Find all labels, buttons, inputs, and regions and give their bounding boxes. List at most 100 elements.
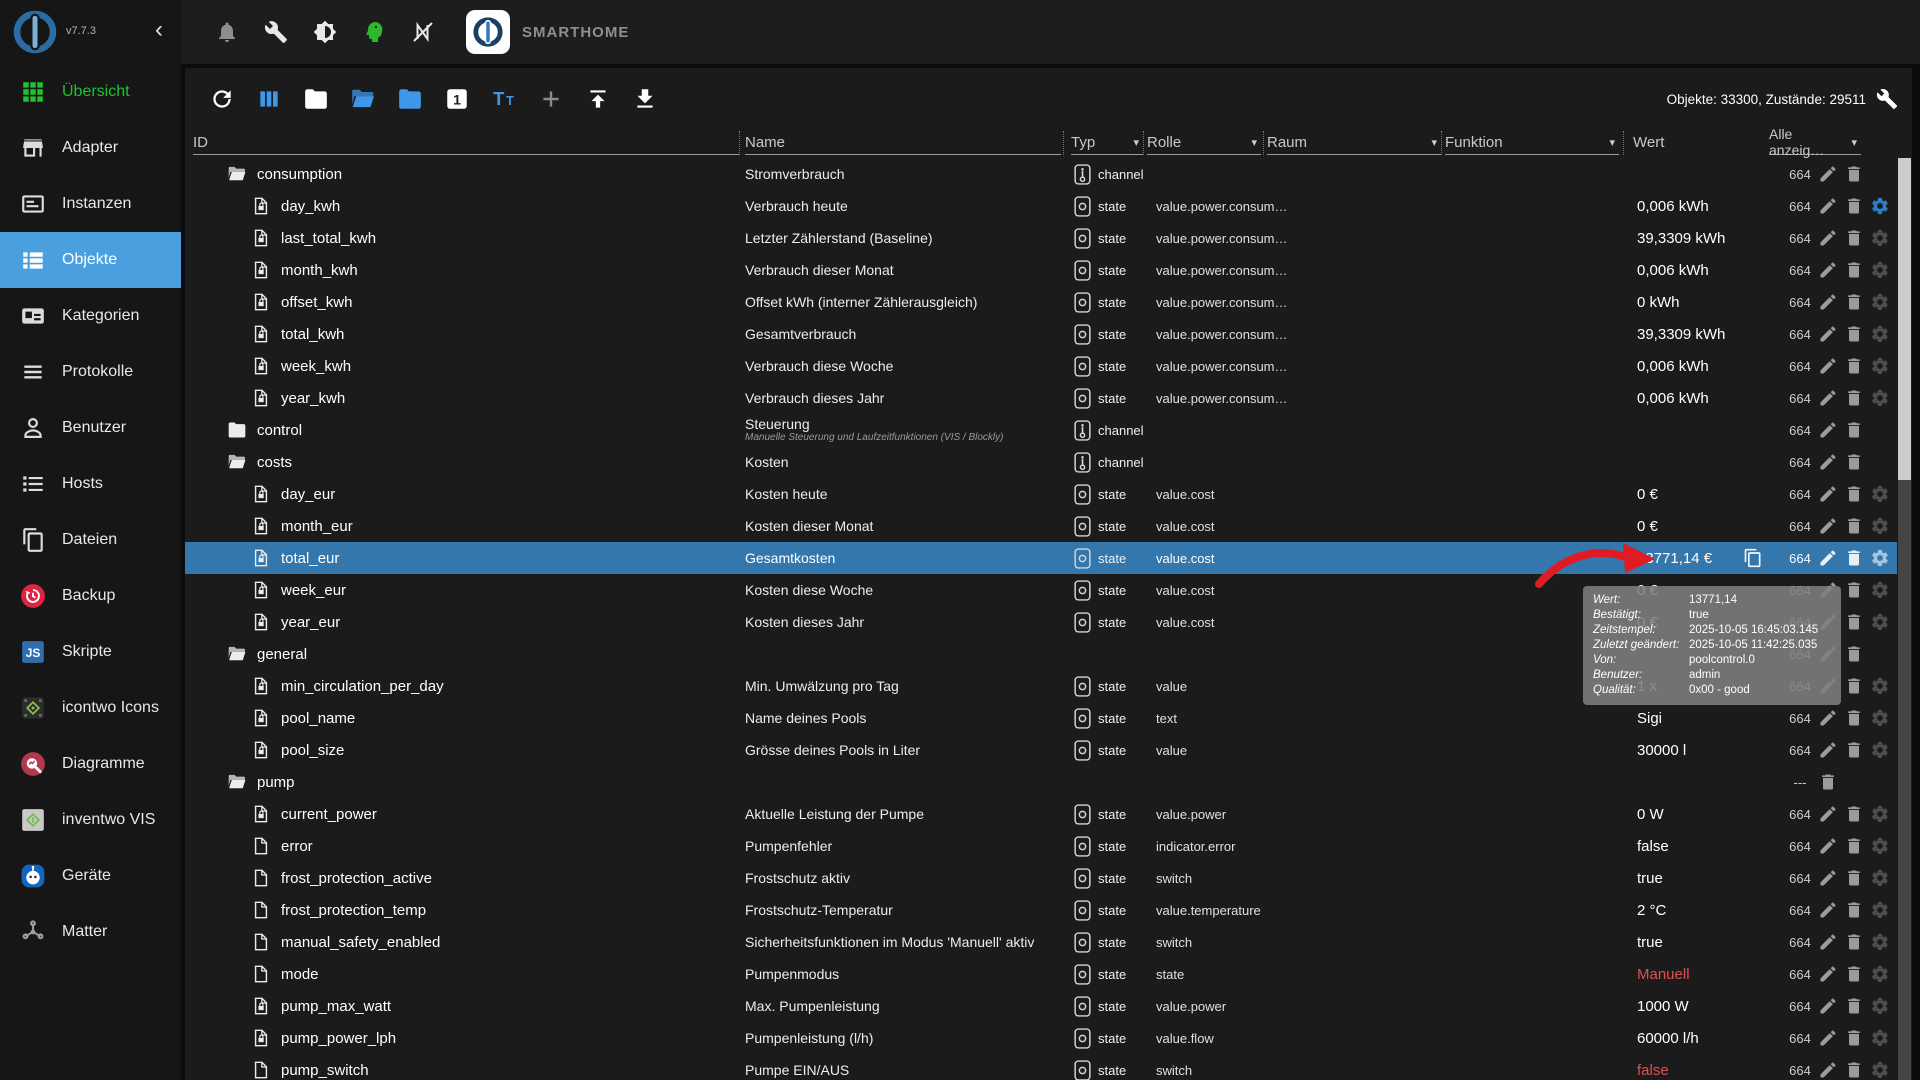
object-value[interactable]: 13771,14 € — [1637, 542, 1712, 574]
edit-object-button[interactable] — [1817, 867, 1839, 889]
table-row[interactable]: month_eurKosten dieser Monatstatevalue.c… — [185, 510, 1897, 542]
folder-open-icon[interactable] — [350, 86, 376, 112]
table-row[interactable]: pool_nameName deines PoolsstatetextSigi6… — [185, 702, 1897, 734]
sidebar-item-objekte[interactable]: Objekte — [0, 232, 181, 288]
object-value[interactable]: true — [1637, 926, 1663, 958]
settings-object-button[interactable] — [1869, 259, 1891, 281]
filter-room-select[interactable]: Raum▾ — [1267, 130, 1441, 155]
settings-object-button[interactable] — [1869, 611, 1891, 633]
table-row[interactable]: current_powerAktuelle Leistung der Pumpe… — [185, 798, 1897, 830]
table-row[interactable]: last_total_kwhLetzter Zählerstand (Basel… — [185, 222, 1897, 254]
object-value[interactable]: Manuell — [1637, 958, 1690, 990]
settings-object-button[interactable] — [1869, 1059, 1891, 1080]
settings-object-button[interactable] — [1869, 899, 1891, 921]
table-row[interactable]: modePumpenmodusstatestateManuell664 — [185, 958, 1897, 990]
edit-object-button[interactable] — [1817, 899, 1839, 921]
table-row[interactable]: pool_sizeGrösse deines Pools in Litersta… — [185, 734, 1897, 766]
delete-object-button[interactable] — [1843, 323, 1865, 345]
object-value[interactable]: 0,006 kWh — [1637, 254, 1709, 286]
sidebar-item-diagramme[interactable]: Diagramme — [0, 736, 181, 792]
edit-object-button[interactable] — [1817, 803, 1839, 825]
table-row[interactable]: week_kwhVerbrauch diese Wochestatevalue.… — [185, 350, 1897, 382]
delete-object-button[interactable] — [1843, 835, 1865, 857]
edit-object-button[interactable] — [1817, 995, 1839, 1017]
upload-icon[interactable] — [585, 86, 611, 112]
table-row[interactable]: manual_safety_enabledSicherheitsfunktion… — [185, 926, 1897, 958]
delete-object-button[interactable] — [1843, 963, 1865, 985]
delete-object-button[interactable] — [1843, 547, 1865, 569]
edit-object-button[interactable] — [1817, 547, 1839, 569]
text-format-icon[interactable]: TT — [491, 86, 517, 112]
table-row[interactable]: day_eurKosten heutestatevalue.cost0 €664 — [185, 478, 1897, 510]
object-value[interactable]: 0 kWh — [1637, 286, 1680, 318]
settings-object-button[interactable] — [1869, 995, 1891, 1017]
filter-id-input[interactable]: ID — [193, 130, 739, 155]
edit-object-button[interactable] — [1817, 387, 1839, 409]
copy-value-icon[interactable] — [1743, 548, 1763, 568]
edit-object-button[interactable] — [1817, 355, 1839, 377]
expert-mode-icon[interactable] — [362, 20, 386, 44]
wrench-icon[interactable] — [1876, 88, 1898, 110]
delete-object-button[interactable] — [1843, 515, 1865, 537]
edit-object-button[interactable] — [1817, 1027, 1839, 1049]
table-row[interactable]: day_kwhVerbrauch heutestatevalue.power.c… — [185, 190, 1897, 222]
delete-object-button[interactable] — [1843, 707, 1865, 729]
settings-object-button[interactable] — [1869, 1027, 1891, 1049]
settings-object-button[interactable] — [1869, 867, 1891, 889]
edit-object-button[interactable] — [1817, 291, 1839, 313]
table-row[interactable]: pump_power_lphPumpenleistung (l/h)statev… — [185, 1022, 1897, 1054]
delete-object-button[interactable] — [1843, 483, 1865, 505]
edit-object-button[interactable] — [1817, 1059, 1839, 1080]
delete-object-button[interactable] — [1843, 387, 1865, 409]
delete-object-button[interactable] — [1843, 803, 1865, 825]
settings-object-button[interactable] — [1869, 931, 1891, 953]
object-value[interactable]: 0 W — [1637, 798, 1664, 830]
sidebar-item-icontwo-icons[interactable]: icontwo Icons — [0, 680, 181, 736]
sidebar-item-dateien[interactable]: Dateien — [0, 512, 181, 568]
delete-object-button[interactable] — [1843, 291, 1865, 313]
settings-object-button[interactable] — [1869, 323, 1891, 345]
sidebar-item-protokolle[interactable]: Protokolle — [0, 344, 181, 400]
filter-function-select[interactable]: Funktion▾ — [1445, 130, 1619, 155]
object-value[interactable]: 60000 l/h — [1637, 1022, 1699, 1054]
delete-object-button[interactable] — [1843, 739, 1865, 761]
folder-closed-icon[interactable] — [303, 86, 329, 112]
delete-object-button[interactable] — [1843, 227, 1865, 249]
table-row[interactable]: frost_protection_activeFrostschutz aktiv… — [185, 862, 1897, 894]
edit-object-button[interactable] — [1817, 451, 1839, 473]
sidebar-item-skripte[interactable]: JSSkripte — [0, 624, 181, 680]
delete-object-button[interactable] — [1817, 771, 1839, 793]
table-row[interactable]: controlSteuerungManuelle Steuerung und L… — [185, 414, 1897, 446]
settings-object-button[interactable] — [1869, 739, 1891, 761]
delete-object-button[interactable] — [1843, 867, 1865, 889]
sidebar-item-kategorien[interactable]: Kategorien — [0, 288, 181, 344]
delete-object-button[interactable] — [1843, 643, 1865, 665]
table-row[interactable]: total_eurGesamtkostenstatevalue.cost1377… — [185, 542, 1897, 574]
object-value[interactable]: Sigi — [1637, 702, 1662, 734]
object-value[interactable]: 2 °C — [1637, 894, 1666, 926]
edit-object-button[interactable] — [1817, 739, 1839, 761]
settings-object-button[interactable] — [1869, 675, 1891, 697]
delete-object-button[interactable] — [1843, 579, 1865, 601]
delete-object-button[interactable] — [1843, 419, 1865, 441]
filter-role-select[interactable]: Rolle▾ — [1147, 130, 1261, 155]
edit-object-button[interactable] — [1817, 419, 1839, 441]
object-value[interactable]: 0 € — [1637, 510, 1658, 542]
edit-object-button[interactable] — [1817, 163, 1839, 185]
settings-object-button[interactable] — [1869, 547, 1891, 569]
download-icon[interactable] — [632, 86, 658, 112]
settings-object-button[interactable] — [1869, 835, 1891, 857]
settings-object-button[interactable] — [1869, 355, 1891, 377]
settings-object-button[interactable] — [1869, 387, 1891, 409]
settings-object-button[interactable] — [1869, 515, 1891, 537]
sidebar-item-inventwo-vis[interactable]: inventwo VIS — [0, 792, 181, 848]
object-value[interactable]: 39,3309 kWh — [1637, 222, 1725, 254]
delete-object-button[interactable] — [1843, 1027, 1865, 1049]
table-row[interactable]: month_kwhVerbrauch dieser Monatstatevalu… — [185, 254, 1897, 286]
object-value[interactable]: false — [1637, 1054, 1669, 1080]
settings-object-button[interactable] — [1869, 483, 1891, 505]
settings-object-button[interactable] — [1869, 963, 1891, 985]
edit-object-button[interactable] — [1817, 259, 1839, 281]
collapse-sidebar-button[interactable]: ‹ — [155, 16, 163, 44]
table-row[interactable]: total_kwhGesamtverbrauchstatevalue.power… — [185, 318, 1897, 350]
